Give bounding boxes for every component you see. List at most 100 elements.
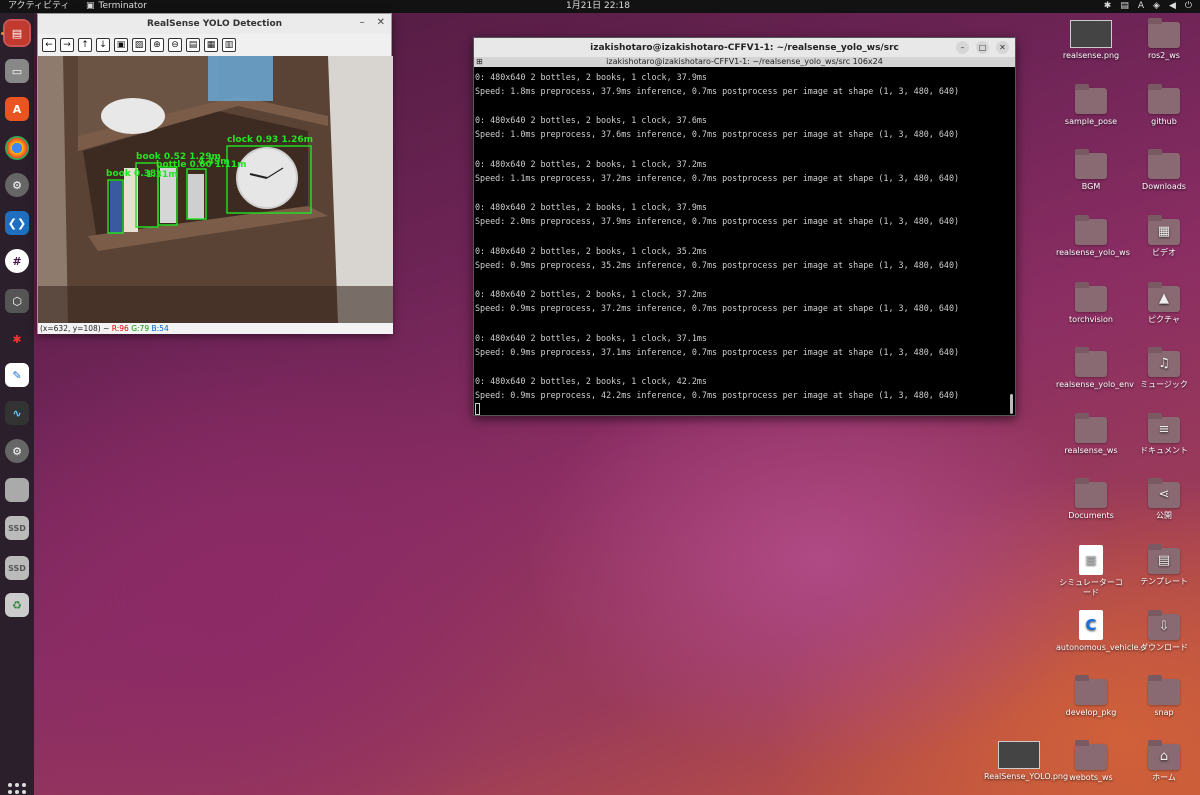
- yolo-detection-window[interactable]: RealSense YOLO Detection – ✕ ← → ↑ ↓ ▣ ▨…: [37, 13, 393, 334]
- desktop-item-label: develop_pkg: [1065, 708, 1117, 717]
- gear-icon[interactable]: ⚙: [5, 439, 29, 463]
- system-tray[interactable]: ✱ ▤ A ◈ ◀ ⏻: [1104, 0, 1192, 13]
- top-bar: アクティビティ ▣ Terminator 1月21日 22:18 ✱ ▤ A ◈…: [0, 0, 1200, 13]
- input-method-indicator[interactable]: A: [1138, 0, 1144, 13]
- show-apps-icon[interactable]: [8, 783, 26, 795]
- terminal-line: 0: 480x640 2 bottles, 2 books, 1 clock, …: [475, 202, 707, 212]
- maximize-icon[interactable]: □: [976, 41, 989, 54]
- zoom-actual-icon[interactable]: ▨: [132, 38, 146, 52]
- status-blue: B:54: [151, 324, 169, 333]
- terminal-window[interactable]: izakishotaro@izakishotaro-CFFV1-1: ~/rea…: [473, 37, 1016, 416]
- desktop-folder-public[interactable]: ⋖ 公開: [1129, 478, 1199, 521]
- minimize-icon[interactable]: –: [360, 17, 365, 28]
- terminal-line: Speed: 2.0ms preprocess, 37.9ms inferenc…: [475, 216, 960, 226]
- folder-icon: [1075, 347, 1107, 377]
- desktop-folder-github[interactable]: github: [1129, 84, 1199, 127]
- system-monitor-icon[interactable]: ∿: [5, 401, 29, 425]
- folder-icon: [1148, 675, 1180, 705]
- trash-icon[interactable]: ♻: [5, 593, 29, 617]
- copy-icon[interactable]: ▦: [204, 38, 218, 52]
- detection-label-distance-2: 4.49m: [198, 157, 230, 167]
- terminal-line: 0: 480x640 2 bottles, 2 books, 1 clock, …: [475, 376, 707, 386]
- activities-button[interactable]: アクティビティ: [8, 0, 69, 13]
- vscode-icon[interactable]: ❮❯: [5, 211, 29, 235]
- ssd-drive-icon-2[interactable]: SSD: [5, 556, 29, 580]
- unity-icon[interactable]: ⬡: [5, 289, 29, 313]
- settings-icon[interactable]: ⚙: [5, 173, 29, 197]
- terminal-line: Speed: 1.0ms preprocess, 37.6ms inferenc…: [475, 129, 960, 139]
- terminal-cursor: [475, 403, 480, 415]
- desktop-folder-templates[interactable]: ▤ テンプレート: [1129, 544, 1199, 587]
- desktop-item-label: テンプレート: [1140, 577, 1188, 586]
- terminal-line: Speed: 0.9ms preprocess, 37.1ms inferenc…: [475, 347, 960, 357]
- close-icon[interactable]: ✕: [996, 41, 1009, 54]
- video-folder-icon: ▦: [1148, 215, 1180, 245]
- properties-icon[interactable]: ▥: [222, 38, 236, 52]
- desktop-folder-bgm[interactable]: BGM: [1056, 149, 1126, 192]
- desktop-file-realsense-yolo-png[interactable]: RealSense_YOLO.png: [984, 741, 1068, 782]
- realsense-viewer-icon[interactable]: ▤: [3, 19, 31, 47]
- terminal-scrollbar[interactable]: [1010, 394, 1013, 414]
- wifi-icon: ◈: [1153, 1, 1160, 11]
- desktop-folder-documents[interactable]: Documents: [1056, 478, 1126, 521]
- power-icon: ⏻: [1184, 1, 1192, 11]
- desktop-folder-home[interactable]: ⌂ ホーム: [1129, 740, 1199, 783]
- desktop-folder-videos[interactable]: ▦ ビデオ: [1129, 215, 1199, 258]
- terminal-line: Speed: 1.1ms preprocess, 37.2ms inferenc…: [475, 173, 960, 183]
- desktop-folder-realsense-yolo-ws[interactable]: realsense_yolo_ws: [1056, 215, 1130, 258]
- desktop-folder-downloads[interactable]: Downloads: [1129, 149, 1199, 192]
- status-red: R:96: [111, 324, 129, 333]
- desktop-file-autonomous-vehicle-c[interactable]: C autonomous_vehicle.c: [1056, 610, 1145, 653]
- desktop-item-label: シミュレーターコード: [1059, 578, 1123, 597]
- desktop-folder-pictures[interactable]: ▲ ピクチャ: [1129, 282, 1199, 325]
- desktop-file-realsense-png[interactable]: realsense.png: [1056, 20, 1126, 61]
- bug-report-icon[interactable]: ✱: [5, 327, 29, 351]
- desktop-folder-realsense-ws[interactable]: realsense_ws: [1056, 413, 1126, 456]
- pan-up-icon[interactable]: ↑: [78, 38, 92, 52]
- text-editor-icon[interactable]: ✎: [5, 363, 29, 387]
- desktop-folder-music[interactable]: ♫ ミュージック: [1129, 347, 1199, 390]
- desktop-folder-torchvision[interactable]: torchvision: [1056, 282, 1126, 325]
- pan-left-icon[interactable]: ←: [42, 38, 56, 52]
- detection-label-distance: 1.31m: [146, 170, 178, 180]
- app-menu[interactable]: ▣ Terminator: [86, 0, 147, 13]
- files-icon[interactable]: ▭: [5, 59, 29, 83]
- c-source-file-icon: C: [1079, 610, 1103, 640]
- text-file-icon: ≡: [1079, 545, 1103, 575]
- yolo-title-bar[interactable]: RealSense YOLO Detection – ✕: [38, 14, 391, 34]
- music-folder-icon: ♫: [1148, 347, 1180, 377]
- desktop-folder-ros2-ws[interactable]: ros2_ws: [1129, 18, 1199, 61]
- desktop-item-label: ダウンロード: [1140, 643, 1188, 652]
- terminal-line: Speed: 0.9ms preprocess, 37.2ms inferenc…: [475, 303, 960, 313]
- desktop-item-label: realsense.png: [1062, 51, 1120, 60]
- terminal-grid-icon[interactable]: ⊞: [476, 57, 483, 67]
- desktop-file-simulator-code[interactable]: ≡ シミュレーターコード: [1056, 545, 1126, 598]
- save-icon[interactable]: ▤: [186, 38, 200, 52]
- terminal-line: 0: 480x640 2 bottles, 2 books, 1 clock, …: [475, 115, 707, 125]
- desktop-folder-downloads-jp[interactable]: ⇩ ダウンロード: [1129, 610, 1199, 653]
- desktop-folder-snap[interactable]: snap: [1129, 675, 1199, 718]
- terminal-title-bar[interactable]: izakishotaro@izakishotaro-CFFV1-1: ~/rea…: [474, 38, 1015, 57]
- desktop-folder-sample-pose[interactable]: sample_pose: [1056, 84, 1126, 127]
- app-center-icon[interactable]: A: [5, 97, 29, 121]
- desktop-folder-realsense-yolo-env[interactable]: realsense_yolo_env: [1056, 347, 1134, 390]
- document-folder-icon: ≡: [1148, 413, 1180, 443]
- minimize-icon[interactable]: –: [956, 41, 969, 54]
- folder-icon: [1075, 478, 1107, 508]
- pan-down-icon[interactable]: ↓: [96, 38, 110, 52]
- pan-right-icon[interactable]: →: [60, 38, 74, 52]
- ssd-drive-icon[interactable]: SSD: [5, 516, 29, 540]
- desktop-folder-documents-jp[interactable]: ≡ ドキュメント: [1129, 413, 1199, 456]
- clock[interactable]: 1月21日 22:18: [566, 0, 630, 13]
- folder-icon: [1148, 18, 1180, 48]
- drive-icon[interactable]: [5, 478, 29, 502]
- chrome-icon[interactable]: [5, 136, 29, 160]
- desktop-folder-develop-pkg[interactable]: develop_pkg: [1056, 675, 1126, 718]
- close-icon[interactable]: ✕: [377, 17, 385, 28]
- running-indicator: [1, 32, 4, 35]
- slack-icon[interactable]: #: [5, 249, 29, 273]
- zoom-fit-icon[interactable]: ▣: [114, 38, 128, 52]
- terminal-output[interactable]: 0: 480x640 2 bottles, 2 books, 1 clock, …: [474, 69, 1014, 415]
- zoom-in-icon[interactable]: ⊕: [150, 38, 164, 52]
- zoom-out-icon[interactable]: ⊖: [168, 38, 182, 52]
